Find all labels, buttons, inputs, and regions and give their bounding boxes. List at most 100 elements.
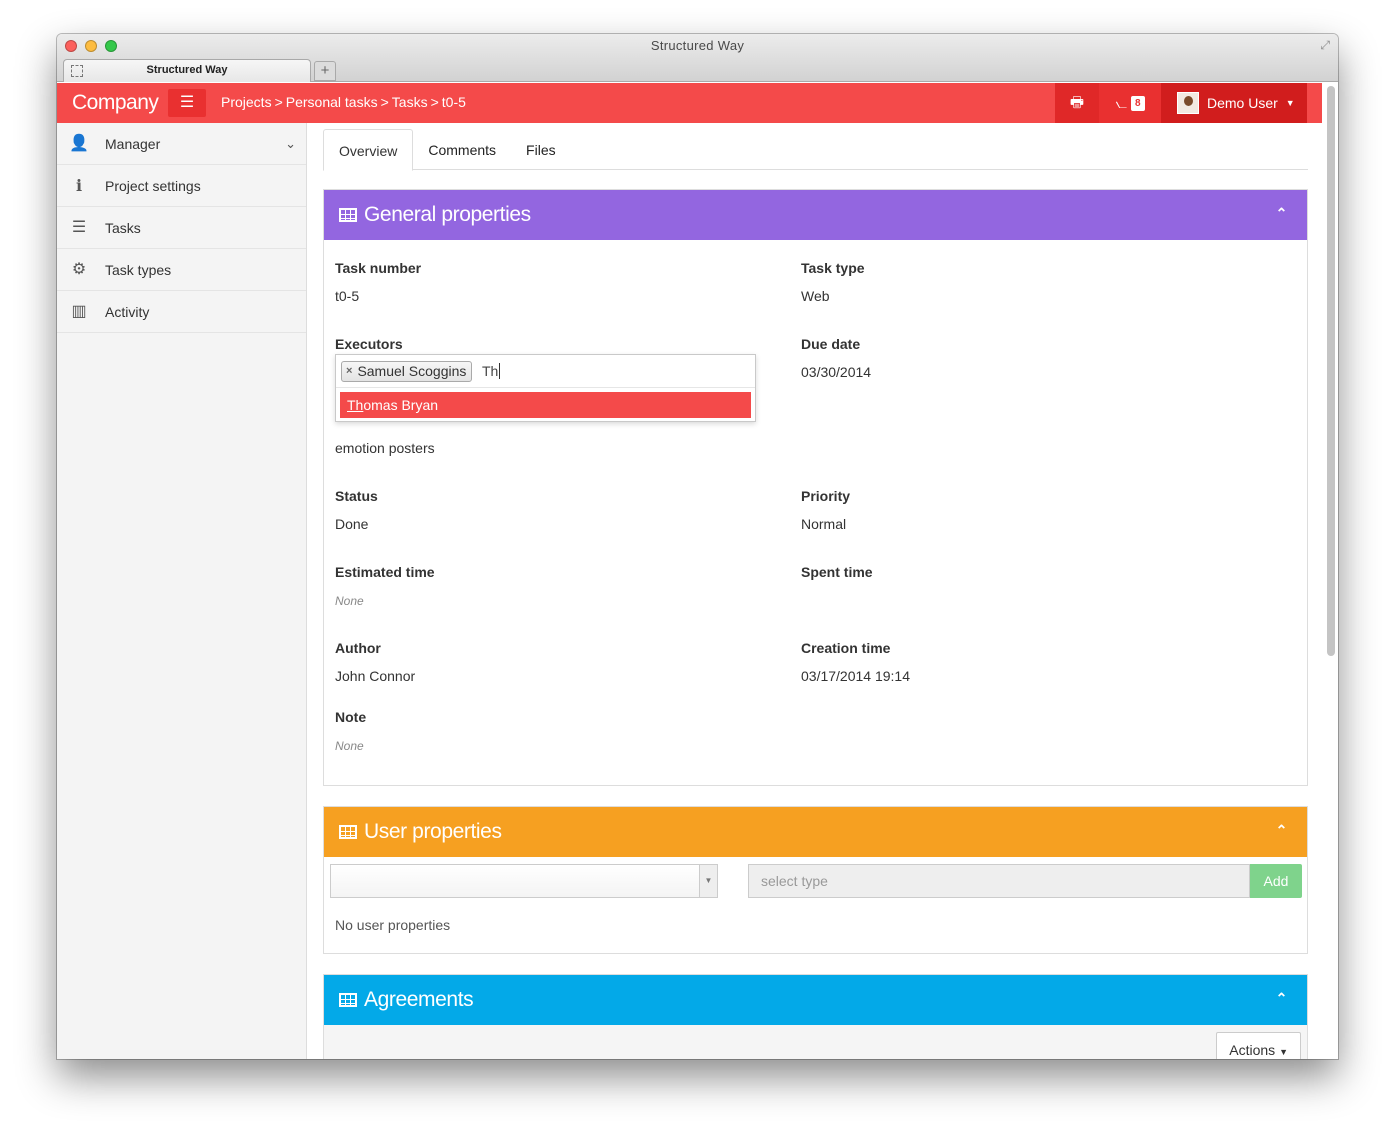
executors-autocomplete[interactable]: × Samuel Scoggins Th Thomas Bryan: [335, 354, 756, 422]
print-button[interactable]: 🖶: [1055, 83, 1099, 123]
new-tab-button[interactable]: +: [314, 61, 336, 81]
suggestion-match: Th: [347, 397, 364, 413]
estimated-time-label: Estimated time: [335, 564, 435, 580]
app-navbar: Company ☰ Projects > Personal tasks > Tasks >…: [57, 83, 1322, 123]
window-titlebar: Structured Way ⤢ Structured Way +: [57, 34, 1338, 82]
sidebar-item-task-types[interactable]: ⚙ Task types: [57, 249, 306, 291]
table-icon: [339, 825, 357, 839]
estimated-time-value: None: [335, 594, 364, 608]
status-value: Done: [335, 516, 369, 532]
browser-tab-label: Structured Way: [146, 64, 228, 76]
creation-time-label: Creation time: [801, 640, 891, 656]
panel-title: General properties: [364, 203, 531, 226]
user-properties-header[interactable]: User properties ⌃: [324, 807, 1307, 857]
note-label: Note: [335, 709, 367, 725]
table-icon: [339, 208, 357, 222]
user-menu[interactable]: Demo User ▼: [1161, 83, 1307, 123]
window-title: Structured Way: [650, 38, 745, 53]
property-select[interactable]: ▼: [330, 864, 718, 898]
status-label: Status: [335, 488, 378, 504]
avatar: [1177, 92, 1199, 114]
author-value: John Connor: [335, 668, 416, 684]
feed-count-badge: 8: [1130, 95, 1145, 111]
sidebar: 👤 Manager ⌄ i Project settings ☰ Tasks ⚙…: [57, 123, 307, 1059]
hamburger-icon: ☰: [179, 94, 195, 111]
panel-title: Agreements: [364, 988, 474, 1011]
breadcrumb-current[interactable]: t0-5: [442, 94, 466, 110]
executor-chip[interactable]: × Samuel Scoggins: [341, 361, 473, 382]
bar-chart-icon: ▥: [71, 303, 87, 320]
task-number-value: t0-5: [335, 288, 360, 304]
panel-title: User properties: [364, 820, 502, 843]
priority-value: Normal: [801, 516, 847, 532]
chevron-up-icon[interactable]: ⌃: [1276, 990, 1288, 1007]
add-property-button[interactable]: Add: [1250, 864, 1302, 898]
page-scrollbar[interactable]: [1327, 86, 1335, 656]
note-value: None: [335, 739, 364, 753]
author-label: Author: [335, 640, 381, 656]
suggestion-item[interactable]: Thomas Bryan: [340, 392, 751, 418]
user-name: Demo User: [1207, 95, 1278, 111]
tab-overview[interactable]: Overview: [323, 129, 414, 171]
actions-dropdown-button[interactable]: Actions ▼: [1216, 1032, 1301, 1059]
info-icon: i: [75, 176, 83, 195]
breadcrumb-separator: >: [274, 94, 283, 110]
tab-files[interactable]: Files: [511, 129, 571, 170]
navbar-right: 🖶 ⦦ 8 Demo User ▼: [1055, 83, 1307, 123]
sidebar-item-label: Tasks: [105, 219, 141, 236]
sidebar-item-manager[interactable]: 👤 Manager ⌄: [57, 123, 306, 165]
breadcrumb-separator: >: [380, 94, 389, 110]
suggestion-rest: omas Bryan: [363, 397, 439, 413]
due-date-label: Due date: [801, 336, 861, 352]
breadcrumb-projects[interactable]: Projects: [221, 94, 272, 110]
sidebar-item-label: Task types: [105, 261, 172, 278]
chevron-down-icon[interactable]: ⌄: [285, 136, 296, 152]
sidebar-item-label: Activity: [105, 303, 150, 320]
chevron-up-icon[interactable]: ⌃: [1276, 205, 1288, 222]
main-content: Overview Comments Files General properti…: [323, 123, 1308, 1059]
browser-window: Structured Way ⤢ Structured Way + Compan…: [57, 34, 1338, 1059]
task-type-label: Task type: [801, 260, 865, 276]
general-properties-panel: General properties ⌃ Task number t0-5 Ta…: [323, 189, 1308, 786]
caret-down-icon: ▼: [1279, 1047, 1288, 1057]
breadcrumb-tasks[interactable]: Tasks: [392, 94, 428, 110]
breadcrumb: Projects > Personal tasks > Tasks > t0-5: [221, 94, 466, 110]
priority-label: Priority: [801, 488, 851, 504]
sidebar-item-label: Manager: [105, 135, 161, 152]
agreements-panel: Agreements ⌃ Actions ▼: [323, 974, 1308, 1059]
menu-toggle-button[interactable]: ☰: [168, 89, 206, 117]
sidebar-item-activity[interactable]: ▥ Activity: [57, 291, 306, 333]
breadcrumb-personal-tasks[interactable]: Personal tasks: [286, 94, 378, 110]
remove-chip-icon[interactable]: ×: [346, 362, 352, 381]
sidebar-item-label: Project settings: [105, 177, 201, 194]
executors-input[interactable]: × Samuel Scoggins Th: [336, 355, 755, 388]
sidebar-item-project-settings[interactable]: i Project settings: [57, 165, 306, 207]
content-value: emotion posters: [335, 440, 435, 456]
executors-typed-text[interactable]: Th: [482, 363, 501, 379]
rss-icon: ⦦: [1115, 94, 1127, 111]
chevron-up-icon[interactable]: ⌃: [1276, 822, 1288, 839]
executor-chip-label: Samuel Scoggins: [357, 363, 467, 379]
feed-button[interactable]: ⦦ 8: [1099, 83, 1161, 123]
task-number-label: Task number: [335, 260, 422, 276]
brand-logo[interactable]: Company: [72, 91, 159, 115]
print-icon: 🖶: [1069, 94, 1085, 111]
due-date-value: 03/30/2014: [801, 364, 872, 380]
browser-tab[interactable]: Structured Way: [63, 59, 311, 82]
sidebar-item-tasks[interactable]: ☰ Tasks: [57, 207, 306, 249]
type-select-input[interactable]: select type: [748, 864, 1250, 898]
user-icon: 👤: [69, 135, 89, 152]
empty-properties-text: No user properties: [335, 917, 451, 933]
tab-comments[interactable]: Comments: [413, 129, 511, 170]
table-icon: [339, 993, 357, 1007]
caret-down-icon: ▼: [1285, 98, 1295, 108]
general-properties-header[interactable]: General properties ⌃: [324, 190, 1307, 240]
gear-icon: ⚙: [71, 261, 87, 278]
executors-label: Executors: [335, 336, 403, 352]
tasks-icon: ☰: [71, 219, 87, 236]
user-properties-panel: User properties ⌃ ▼ select type Add No u…: [323, 806, 1308, 954]
spent-time-label: Spent time: [801, 564, 873, 580]
agreements-header[interactable]: Agreements ⌃: [324, 975, 1307, 1025]
creation-time-value: 03/17/2014 19:14: [801, 668, 910, 684]
fullscreen-icon[interactable]: ⤢: [1320, 38, 1330, 53]
